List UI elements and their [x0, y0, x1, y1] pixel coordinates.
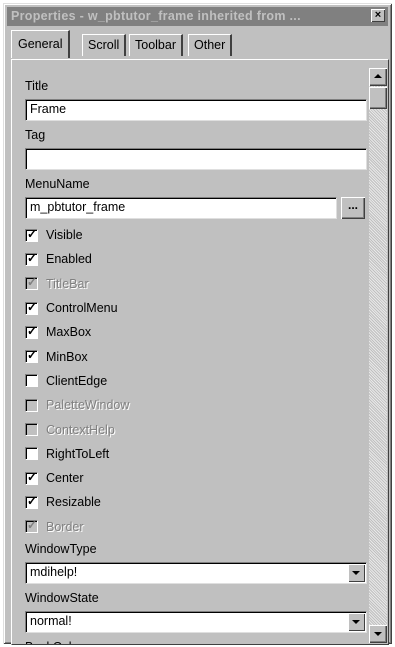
windowtype-label: WindowType — [25, 541, 97, 556]
checkbox-box[interactable]: ✓ — [25, 250, 38, 266]
title-bar[interactable]: Properties - w_pbtutor_frame inherited f… — [7, 7, 388, 26]
tab-strip: General Scroll Toolbar Other — [11, 30, 388, 60]
checkmark-icon: ✓ — [27, 275, 38, 290]
backcolor-label: BackColor — [25, 637, 370, 644]
windowtype-dropdown-button[interactable] — [348, 563, 365, 582]
checkbox-palettewindow: PaletteWindow — [25, 393, 370, 417]
windowstate-value: normal! — [30, 613, 72, 628]
checkbox-label: TitleBar — [46, 276, 89, 291]
checkmark-icon: ✓ — [27, 469, 38, 484]
tab-scroll[interactable]: Scroll — [82, 34, 127, 56]
checkbox-center[interactable]: ✓ Center — [25, 466, 370, 490]
checkbox-titlebar: ✓ TitleBar — [25, 272, 370, 296]
vertical-scrollbar[interactable] — [369, 68, 387, 643]
title-label: Title — [25, 79, 49, 93]
checkbox-list: ✓ Visible ✓ Enabled ✓ TitleBar ✓ ControlMenu ✓ Ma… — [25, 223, 370, 539]
scroll-thumb[interactable] — [369, 87, 387, 109]
checkbox-box: ✓ — [25, 518, 38, 534]
checkbox-box — [25, 423, 38, 437]
property-list: Title Frame Tag MenuName m_pbtutor_frame… — [25, 76, 370, 644]
checkmark-icon: ✓ — [27, 323, 38, 338]
checkbox-maxbox[interactable]: ✓ MaxBox — [25, 320, 370, 344]
checkbox-clientedge[interactable]: ClientEdge — [25, 369, 370, 393]
scroll-down-button[interactable] — [369, 625, 387, 643]
title-input[interactable]: Frame — [25, 99, 367, 121]
tab-toolbar[interactable]: Toolbar — [129, 34, 183, 56]
checkbox-resizable[interactable]: ✓ Resizable — [25, 490, 370, 514]
menuname-row: m_pbtutor_frame... — [25, 197, 370, 223]
close-icon[interactable]: × — [371, 9, 385, 22]
checkbox-box[interactable]: ✓ — [25, 469, 38, 485]
checkbox-label: ClientEdge — [46, 373, 108, 388]
checkbox-label: Center — [46, 471, 84, 486]
checkbox-label: PaletteWindow — [46, 398, 130, 413]
checkbox-label: RightToLeft — [46, 446, 110, 461]
checkbox-border: ✓ Border — [25, 515, 370, 539]
browse-button[interactable]: ... — [341, 197, 365, 219]
checkbox-enabled[interactable]: ✓ Enabled — [25, 247, 370, 271]
checkbox-box[interactable]: ✓ — [25, 299, 38, 315]
checkbox-label: ControlMenu — [46, 301, 118, 316]
windowtype-select[interactable]: mdihelp! — [25, 561, 367, 584]
checkbox-box[interactable]: ✓ — [25, 493, 38, 509]
checkbox-label: ContextHelp — [46, 422, 115, 437]
checkbox-label: MinBox — [46, 349, 88, 364]
checkbox-contexthelp: ContextHelp — [25, 417, 370, 441]
arrow-up-icon — [374, 74, 382, 78]
window-title: Properties - w_pbtutor_frame inherited f… — [11, 9, 301, 23]
checkbox-box[interactable] — [25, 374, 38, 388]
windowstate-label: WindowState — [25, 590, 99, 605]
tag-label: Tag — [25, 128, 46, 142]
checkmark-icon: ✓ — [27, 299, 38, 314]
windowstate-dropdown-button[interactable] — [348, 612, 365, 631]
checkmark-icon: ✓ — [27, 226, 38, 241]
checkbox-label: Border — [46, 519, 84, 534]
checkbox-minbox[interactable]: ✓ MinBox — [25, 344, 370, 368]
checkmark-icon: ✓ — [27, 493, 38, 508]
scroll-up-button[interactable] — [369, 68, 387, 86]
chevron-down-icon — [352, 619, 360, 624]
checkmark-icon: ✓ — [27, 348, 38, 363]
checkmark-icon: ✓ — [27, 250, 38, 265]
checkbox-box[interactable]: ✓ — [25, 348, 38, 364]
tab-general[interactable]: General — [11, 30, 71, 58]
chevron-down-icon — [352, 570, 360, 575]
menuname-label: MenuName — [25, 177, 90, 191]
checkbox-label: Visible — [46, 228, 83, 243]
checkbox-visible[interactable]: ✓ Visible — [25, 223, 370, 247]
tab-other[interactable]: Other — [188, 34, 233, 56]
checkbox-righttoleft[interactable]: RightToLeft — [25, 442, 370, 466]
checkbox-box[interactable]: ✓ — [25, 226, 38, 242]
checkbox-label: Resizable — [46, 495, 101, 510]
checkmark-icon: ✓ — [27, 518, 38, 533]
arrow-down-icon — [374, 632, 382, 636]
checkbox-controlmenu[interactable]: ✓ ControlMenu — [25, 296, 370, 320]
tag-input[interactable] — [25, 148, 367, 170]
checkbox-box: ✓ — [25, 275, 38, 291]
general-panel: Title Frame Tag MenuName m_pbtutor_frame… — [11, 59, 389, 645]
menuname-input[interactable]: m_pbtutor_frame — [25, 197, 337, 219]
checkbox-box — [25, 398, 38, 412]
checkbox-box[interactable] — [25, 447, 38, 461]
checkbox-label: MaxBox — [46, 325, 92, 340]
windowstate-select[interactable]: normal! — [25, 610, 367, 633]
checkbox-label: Enabled — [46, 252, 92, 267]
properties-window: Properties - w_pbtutor_frame inherited f… — [3, 3, 392, 645]
windowtype-value: mdihelp! — [30, 564, 78, 579]
checkbox-box[interactable]: ✓ — [25, 323, 38, 339]
